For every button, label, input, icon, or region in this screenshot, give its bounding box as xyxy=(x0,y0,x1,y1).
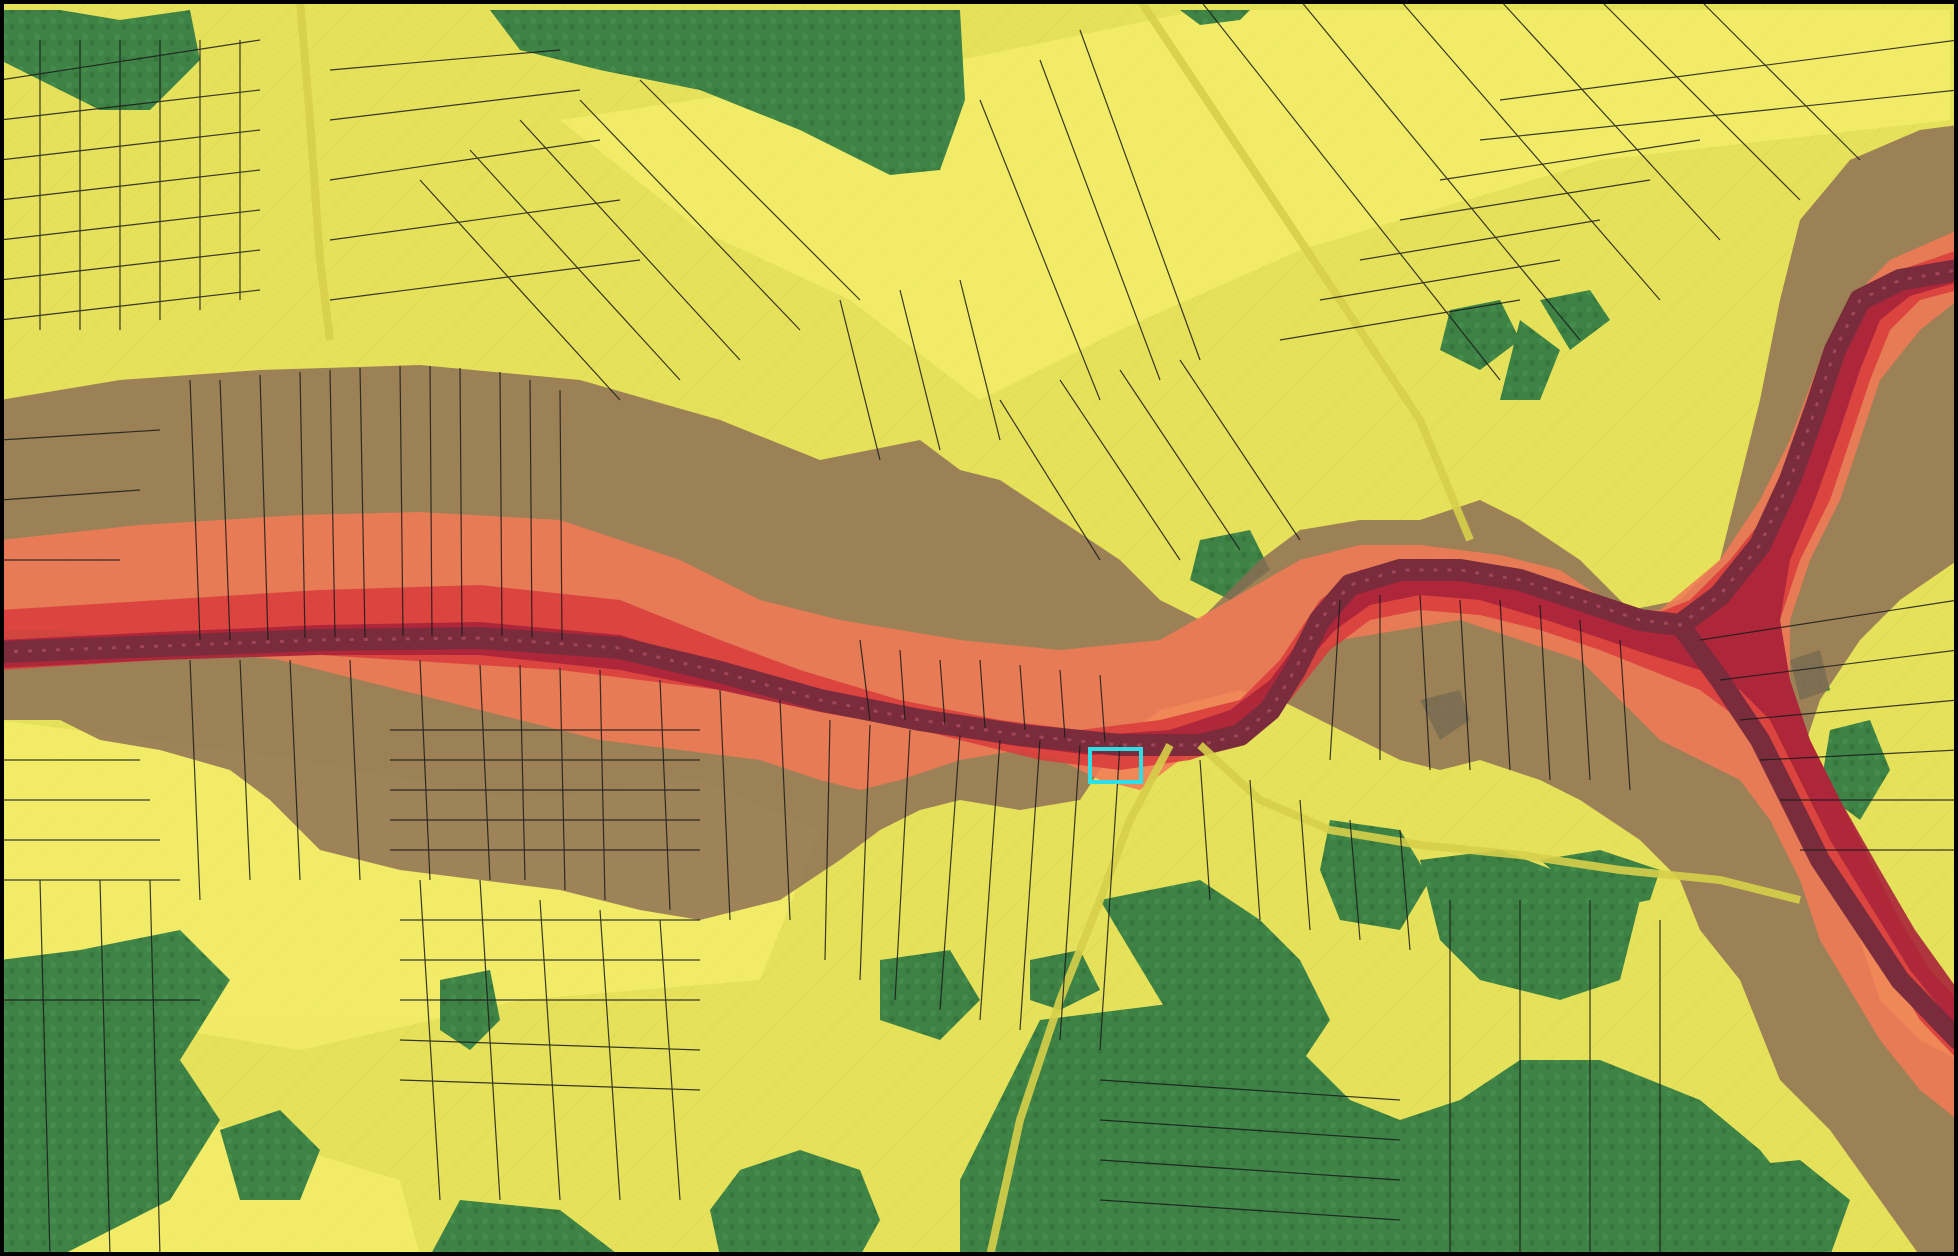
map-canvas[interactable] xyxy=(0,0,1958,1256)
map-frame xyxy=(0,0,1958,1256)
